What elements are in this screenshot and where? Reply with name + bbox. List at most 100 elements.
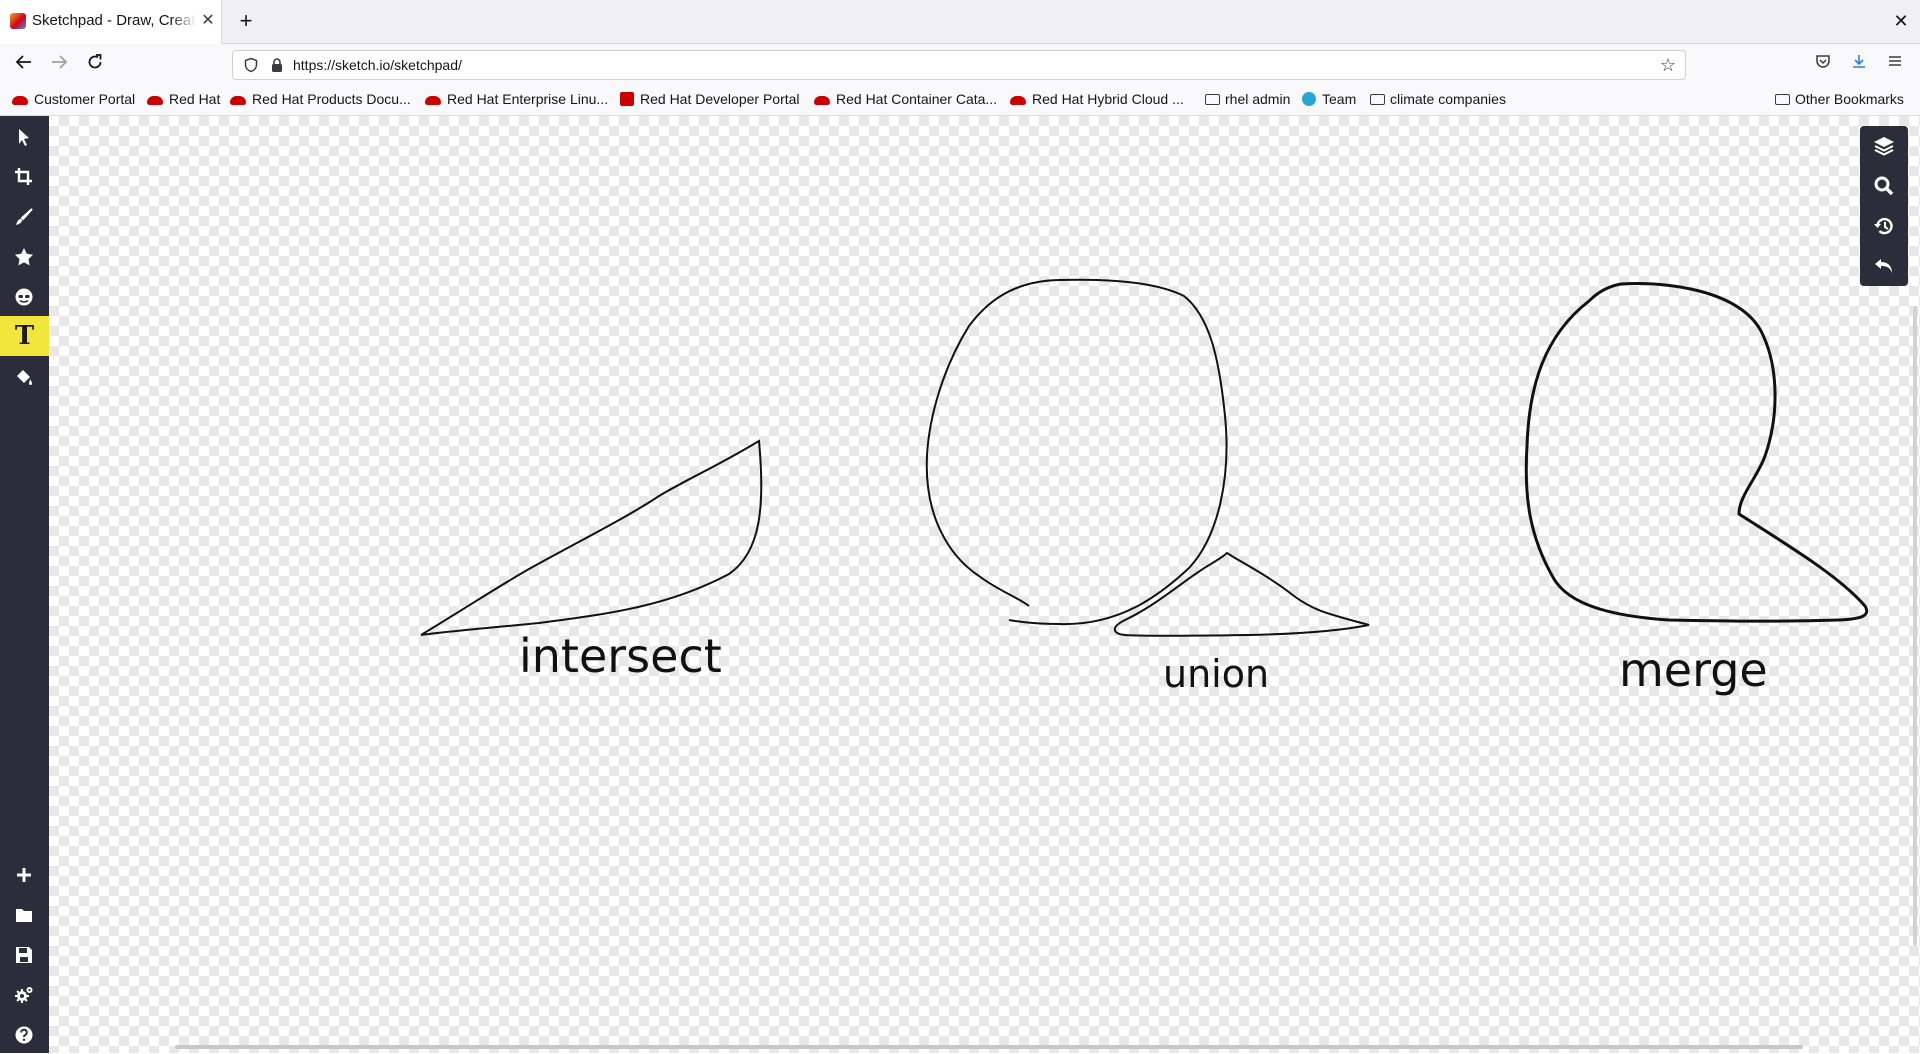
stamp-tool[interactable] <box>0 236 49 276</box>
bookmark-climate-companies[interactable]: climate companies <box>1370 91 1506 111</box>
other-bookmarks[interactable]: Other Bookmarks <box>1775 91 1904 111</box>
merge-shape <box>1524 282 1869 623</box>
bookmark-red-hat[interactable]: Red Hat <box>147 91 220 111</box>
intersect-shape <box>420 439 763 636</box>
menu-hamburger-icon[interactable] <box>1883 53 1907 77</box>
history-icon <box>1874 217 1893 235</box>
tracking-shield-icon[interactable] <box>243 57 259 73</box>
bookmark-label: Customer Portal <box>34 91 136 107</box>
bookmark-label: Team <box>1322 91 1357 107</box>
tab-close-icon[interactable]: ✕ <box>198 10 218 32</box>
bookmark-rhel-admin[interactable]: rhel admin <box>1205 91 1290 111</box>
new-tab-button[interactable]: + <box>232 8 260 36</box>
union-label[interactable]: union <box>1163 652 1269 696</box>
text-tool-icon: T <box>14 321 35 351</box>
brush-tool[interactable] <box>0 196 49 236</box>
union-circle-shape <box>1008 278 1228 626</box>
emoji-tool[interactable] <box>0 276 49 316</box>
back-arrow-icon <box>15 55 31 69</box>
bookmark-red-hat-developer-portal[interactable]: Red Hat Developer Portal <box>620 91 800 111</box>
undo-icon <box>1875 259 1892 273</box>
reload-icon <box>88 54 102 69</box>
folder-icon <box>1370 94 1385 105</box>
pointer-arrow-icon <box>19 129 29 146</box>
url-bar[interactable]: https://sketch.io/sketchpad/ ☆ <box>232 50 1686 80</box>
bookmark-star-icon[interactable]: ☆ <box>1657 54 1679 76</box>
bookmark-label: Red Hat <box>169 91 221 107</box>
redhat-square-icon <box>620 92 634 106</box>
folder-icon <box>1775 94 1790 105</box>
right-toolbar <box>1860 126 1908 286</box>
merge-label[interactable]: merge <box>1619 643 1768 697</box>
help-button[interactable] <box>0 1014 49 1054</box>
forward-button[interactable] <box>44 51 74 79</box>
intersect-label[interactable]: intersect <box>519 629 722 683</box>
bookmark-red-hat-enterprise-linux[interactable]: Red Hat Enterprise Linu... <box>425 91 608 111</box>
drawing-canvas[interactable]: intersect union merge <box>49 116 1920 1053</box>
undo-button[interactable] <box>1860 246 1908 286</box>
plus-icon <box>17 868 31 882</box>
redhat-icon <box>12 96 28 105</box>
bookmark-red-hat-container-catalog[interactable]: Red Hat Container Cata... <box>814 91 997 111</box>
redhat-icon <box>1010 96 1026 105</box>
sketch-drawing <box>420 278 1869 637</box>
reload-button[interactable] <box>80 51 110 79</box>
downloads-icon[interactable] <box>1847 53 1871 77</box>
horizontal-scrollbar[interactable] <box>175 1045 1803 1049</box>
url-text[interactable]: https://sketch.io/sketchpad/ <box>293 57 462 75</box>
window-close-button[interactable]: ✕ <box>1888 8 1914 34</box>
zoom-search-icon <box>1874 176 1894 196</box>
layers-button[interactable] <box>1860 126 1908 166</box>
bookmark-team[interactable]: Team <box>1302 91 1356 111</box>
save-button[interactable] <box>0 934 49 974</box>
history-button[interactable] <box>1860 206 1908 246</box>
bookmark-customer-portal[interactable]: Customer Portal <box>12 91 135 111</box>
help-question-icon <box>15 1026 33 1044</box>
redhat-icon <box>814 96 830 105</box>
settings-button[interactable] <box>0 974 49 1014</box>
bookmark-label: rhel admin <box>1225 91 1291 107</box>
crop-icon <box>15 168 32 185</box>
paint-bucket-icon <box>17 370 32 385</box>
fill-tool[interactable] <box>0 356 49 396</box>
new-button[interactable] <box>0 854 49 894</box>
bookmark-red-hat-products-docs[interactable]: Red Hat Products Docu... <box>230 91 411 111</box>
redhat-icon <box>230 96 246 105</box>
bookmark-red-hat-hybrid-cloud[interactable]: Red Hat Hybrid Cloud ... <box>1010 91 1184 111</box>
bookmark-label: climate companies <box>1390 91 1506 107</box>
bookmark-label: Red Hat Developer Portal <box>640 91 800 107</box>
lock-icon[interactable] <box>269 57 285 73</box>
bookmark-label: Red Hat Container Cata... <box>836 91 998 107</box>
tab-strip: Sketchpad - Draw, Create ✕ + ✕ <box>0 0 1920 44</box>
bookmarks-toolbar: Customer Portal Red Hat Red Hat Products… <box>0 86 1920 116</box>
vertical-scrollbar[interactable] <box>1913 306 1917 946</box>
tab-title: Sketchpad - Draw, Create <box>32 12 196 29</box>
text-tool[interactable]: T <box>0 316 49 356</box>
bookmark-label: Red Hat Enterprise Linu... <box>447 91 609 107</box>
emoji-face-icon <box>15 288 33 306</box>
bookmark-label: Other Bookmarks <box>1795 91 1904 107</box>
back-button[interactable] <box>9 51 39 79</box>
save-icon <box>16 947 32 963</box>
brush-icon <box>16 208 33 225</box>
team-icon <box>1302 92 1316 106</box>
settings-gears-icon <box>15 987 33 1003</box>
zoom-button[interactable] <box>1860 166 1908 206</box>
open-folder-icon <box>16 909 32 922</box>
union-triangle-shape <box>1113 551 1370 637</box>
folder-icon <box>1205 94 1220 105</box>
navigation-bar: https://sketch.io/sketchpad/ ☆ <box>0 44 1920 86</box>
redhat-icon <box>425 96 441 105</box>
layers-icon <box>1874 137 1894 156</box>
star-icon <box>15 248 33 266</box>
forward-arrow-icon <box>52 55 68 69</box>
pocket-icon[interactable] <box>1811 53 1835 77</box>
select-tool[interactable] <box>0 116 49 156</box>
tab-sketchpad[interactable]: Sketchpad - Draw, Create ✕ <box>0 0 222 44</box>
sketchpad-favicon-icon <box>10 13 26 29</box>
open-button[interactable] <box>0 894 49 934</box>
bookmark-label: Red Hat Hybrid Cloud ... <box>1032 91 1184 107</box>
redhat-icon <box>147 96 163 105</box>
crop-tool[interactable] <box>0 156 49 196</box>
left-toolbar: T <box>0 116 49 1053</box>
